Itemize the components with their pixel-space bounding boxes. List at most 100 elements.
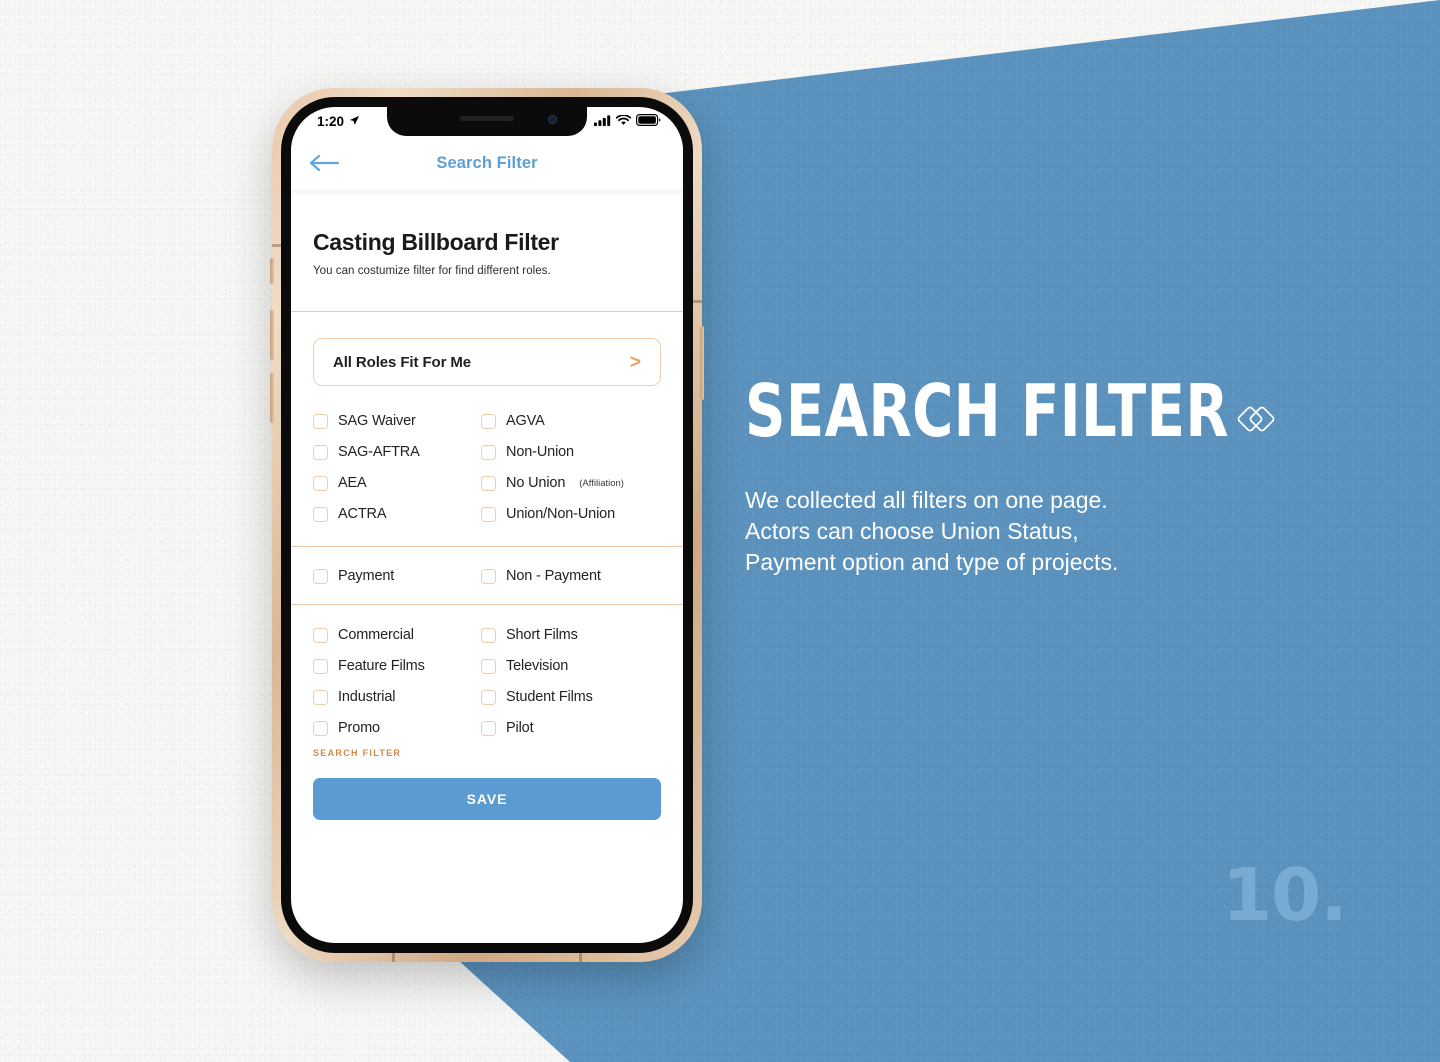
checkbox-short-films[interactable]: Short Films [481, 627, 661, 643]
checkbox-non-payment[interactable]: Non - Payment [481, 568, 661, 584]
cellular-signal-icon [594, 114, 611, 129]
checkbox-label: No Union [506, 475, 566, 491]
phone-mockup: 1:20 Search Filter Casting Billboard Fil… [270, 88, 704, 962]
checkbox-row: Commercial Short Films [313, 627, 661, 643]
battery-full-icon [636, 114, 661, 129]
power-button[interactable] [700, 326, 704, 400]
checkbox-label: Commercial [338, 627, 414, 643]
checkbox-payment[interactable]: Payment [313, 568, 481, 584]
status-bar-left: 1:20 [317, 114, 360, 129]
checkbox-label: ACTRA [338, 506, 387, 522]
checkbox-box-icon[interactable] [313, 475, 328, 491]
checkbox-box-icon[interactable] [313, 689, 328, 705]
checkbox-box-icon[interactable] [481, 627, 496, 643]
checkbox-row: SAG Waiver AGVA [313, 413, 661, 429]
checkbox-box-icon[interactable] [481, 689, 496, 705]
frame-antenna-line-bottom-left [392, 952, 395, 962]
phone-screen: 1:20 Search Filter Casting Billboard Fil… [291, 107, 683, 943]
description-text: We collected all filters on one page. Ac… [745, 485, 1365, 578]
checkbox-box-icon[interactable] [481, 444, 496, 460]
frame-antenna-line-top-right [692, 300, 702, 303]
union-status-group: SAG Waiver AGVA SAG-AFTRA Non-Union AEA … [291, 386, 683, 546]
checkbox-row: AEA No Union (Affiliation) [313, 475, 661, 491]
double-diamond-icon [1236, 399, 1276, 439]
checkbox-box-icon[interactable] [481, 475, 496, 491]
save-button-wrapper: SAVE [291, 758, 683, 820]
nav-title: Search Filter [436, 153, 538, 172]
checkbox-row: Industrial Student Films [313, 689, 661, 705]
checkbox-commercial[interactable]: Commercial [313, 627, 481, 643]
role-select-wrapper: All Roles Fit For Me > [291, 312, 683, 386]
checkbox-label: SAG-AFTRA [338, 444, 420, 460]
checkbox-sag-waiver[interactable]: SAG Waiver [313, 413, 481, 429]
slide-number: 10. [1222, 853, 1348, 937]
checkbox-label: Payment [338, 568, 395, 584]
checkbox-actra[interactable]: ACTRA [313, 506, 481, 522]
volume-down-button[interactable] [270, 373, 274, 423]
checkbox-label-note: (Affiliation) [579, 477, 624, 489]
checkbox-no-union[interactable]: No Union (Affiliation) [481, 475, 661, 491]
checkbox-row: ACTRA Union/Non-Union [313, 506, 661, 522]
checkbox-label: Student Films [506, 689, 593, 705]
checkbox-box-icon[interactable] [313, 568, 328, 584]
checkbox-label: Industrial [338, 689, 396, 705]
checkbox-union-non-union[interactable]: Union/Non-Union [481, 506, 661, 522]
checkbox-box-icon[interactable] [313, 720, 328, 736]
checkbox-box-icon[interactable] [313, 627, 328, 643]
checkbox-row: SAG-AFTRA Non-Union [313, 444, 661, 460]
checkbox-promo[interactable]: Promo [313, 720, 481, 736]
checkbox-box-icon[interactable] [481, 413, 496, 429]
navigation-bar: Search Filter [291, 136, 683, 190]
status-time: 1:20 [317, 114, 345, 129]
checkbox-aea[interactable]: AEA [313, 475, 481, 491]
mute-switch[interactable] [270, 258, 274, 284]
payment-group: Payment Non - Payment [291, 547, 683, 604]
checkbox-label: Television [506, 658, 569, 674]
checkbox-label: Union/Non-Union [506, 506, 615, 522]
checkbox-box-icon[interactable] [313, 506, 328, 522]
page-title: SEARCH FILTER [745, 369, 1230, 453]
frame-antenna-line-bottom-right [579, 952, 582, 962]
nav-bar-shadow [291, 190, 683, 197]
description-line-1: We collected all filters on one page. [745, 487, 1108, 513]
checkbox-box-icon[interactable] [313, 658, 328, 674]
checkbox-box-icon[interactable] [313, 444, 328, 460]
checkbox-sag-aftra[interactable]: SAG-AFTRA [313, 444, 481, 460]
checkbox-agva[interactable]: AGVA [481, 413, 661, 429]
save-button[interactable]: SAVE [313, 778, 661, 820]
all-roles-select[interactable]: All Roles Fit For Me > [313, 338, 661, 386]
checkbox-television[interactable]: Television [481, 658, 661, 674]
status-bar-right [594, 114, 661, 129]
screen-subtitle: You can costumize filter for find differ… [313, 265, 551, 277]
checkbox-industrial[interactable]: Industrial [313, 689, 481, 705]
back-arrow-icon[interactable] [309, 152, 339, 174]
status-bar: 1:20 [291, 107, 683, 136]
checkbox-box-icon[interactable] [481, 658, 496, 674]
location-arrow-icon [349, 114, 360, 129]
intro-block: Casting Billboard Filter You can costumi… [291, 197, 683, 277]
checkbox-student-films[interactable]: Student Films [481, 689, 661, 705]
checkbox-label: SAG Waiver [338, 413, 416, 429]
all-roles-select-label: All Roles Fit For Me [333, 353, 472, 371]
checkbox-box-icon[interactable] [481, 568, 496, 584]
checkbox-label: AGVA [506, 413, 545, 429]
screen-title: Casting Billboard Filter [313, 229, 559, 255]
volume-up-button[interactable] [270, 310, 274, 360]
wifi-icon [615, 114, 632, 129]
checkbox-box-icon[interactable] [481, 506, 496, 522]
checkbox-box-icon[interactable] [481, 720, 496, 736]
checkbox-pilot[interactable]: Pilot [481, 720, 661, 736]
checkbox-feature-films[interactable]: Feature Films [313, 658, 481, 674]
search-filter-tag: SEARCH FILTER [313, 748, 402, 758]
checkbox-label: Feature Films [338, 658, 425, 674]
chevron-right-icon: > [629, 351, 641, 373]
checkbox-box-icon[interactable] [313, 413, 328, 429]
checkbox-label: Non - Payment [506, 568, 601, 584]
checkbox-label: AEA [338, 475, 367, 491]
project-type-group: Commercial Short Films Feature Films Tel… [291, 605, 683, 748]
checkbox-label: Pilot [506, 720, 534, 736]
checkbox-non-union[interactable]: Non-Union [481, 444, 661, 460]
checkbox-row: Promo Pilot [313, 720, 661, 736]
checkbox-row: Feature Films Television [313, 658, 661, 674]
checkbox-label: Short Films [506, 627, 578, 643]
